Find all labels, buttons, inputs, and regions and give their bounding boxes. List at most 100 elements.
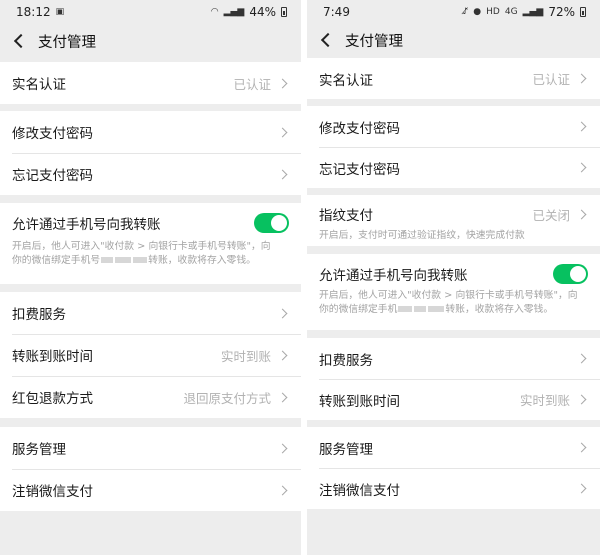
row-cancel-wechat-pay[interactable]: 注销微信支付 bbox=[0, 469, 301, 511]
group-verify: 实名认证 已认证 bbox=[307, 58, 600, 99]
row-label: 注销微信支付 bbox=[319, 482, 400, 499]
phone-transfer-desc: 开启后，他人可进入"收付款 > 向银行卡或手机号转账"，向 你的微信绑定手机号 转… bbox=[12, 240, 289, 268]
row-transfer-arrival-time[interactable]: 转账到账时间 实时到账 bbox=[307, 379, 600, 420]
row-value: 退回原支付方式 bbox=[183, 390, 271, 406]
chevron-right-icon bbox=[277, 308, 288, 318]
chevron-right-icon bbox=[277, 169, 288, 179]
chevron-right-icon bbox=[576, 394, 587, 405]
chevron-right-icon bbox=[576, 209, 587, 219]
group-verify: 实名认证 已认证 bbox=[0, 62, 301, 104]
hd-icon: HD bbox=[486, 7, 500, 17]
row-label: 修改支付密码 bbox=[319, 120, 400, 137]
row-label: 实名认证 bbox=[12, 77, 66, 93]
row-label: 允许通过手机号向我转账 bbox=[12, 217, 161, 233]
row-forgot-pay-password[interactable]: 忘记支付密码 bbox=[307, 147, 600, 188]
row-value: 已认证 bbox=[233, 76, 271, 92]
desc-line2-end: 转账，收款将存入零钱。 bbox=[148, 255, 256, 266]
row-label: 转账到账时间 bbox=[12, 349, 93, 365]
redacted-block bbox=[115, 257, 132, 263]
group-password: 修改支付密码 忘记支付密码 bbox=[307, 106, 600, 188]
wifi-icon: ◠ bbox=[210, 7, 219, 17]
row-value: 已关闭 bbox=[532, 207, 570, 223]
row-label: 忘记支付密码 bbox=[12, 168, 93, 184]
chevron-right-icon bbox=[277, 485, 288, 495]
chevron-right-icon bbox=[277, 443, 288, 453]
nav-bar: 支付管理 bbox=[307, 24, 600, 56]
desc-line2: 你的微信绑定手机 转账，收款将存入零钱。 bbox=[319, 303, 588, 317]
row-cancel-wechat-pay[interactable]: 注销微信支付 bbox=[307, 468, 600, 509]
phone-transfer-desc: 开启后，他人可进入"收付款 > 向银行卡或手机号转账"，向 你的微信绑定手机 转账… bbox=[319, 289, 588, 317]
row-label: 服务管理 bbox=[319, 441, 373, 458]
row-label: 修改支付密码 bbox=[12, 126, 93, 142]
redacted-block bbox=[414, 306, 427, 312]
phone-transfer-toggle[interactable] bbox=[553, 264, 588, 284]
row-label: 转账到账时间 bbox=[319, 393, 400, 410]
group-password: 修改支付密码 忘记支付密码 bbox=[0, 111, 301, 195]
nav-bar: 支付管理 bbox=[0, 24, 301, 58]
row-phone-transfer: 允许通过手机号向我转账 开启后，他人可进入"收付款 > 向银行卡或手机号转账"，… bbox=[307, 254, 600, 330]
row-label: 扣费服务 bbox=[12, 307, 66, 323]
row-label: 注销微信支付 bbox=[12, 484, 93, 500]
redacted-block bbox=[133, 257, 148, 263]
row-value: 实时到账 bbox=[220, 348, 271, 364]
row-real-name-verify[interactable]: 实名认证 已认证 bbox=[307, 58, 600, 99]
screenshot-comparison: 18:12 ▣ ◠ ▂▄▆ 44% 支付管理 实名认证 已认证 修改支付密码 忘… bbox=[0, 0, 600, 555]
panel-divider bbox=[301, 0, 307, 555]
redacted-block bbox=[398, 306, 413, 312]
row-change-pay-password[interactable]: 修改支付密码 bbox=[307, 106, 600, 147]
row-label: 忘记支付密码 bbox=[319, 161, 400, 178]
row-value: 已认证 bbox=[532, 72, 570, 87]
status-time: 18:12 bbox=[16, 5, 51, 19]
image-icon: ▣ bbox=[55, 7, 65, 17]
row-change-pay-password[interactable]: 修改支付密码 bbox=[0, 111, 301, 153]
redacted-block bbox=[428, 306, 445, 312]
row-label: 扣费服务 bbox=[319, 352, 373, 369]
fingerprint-desc: 开启后，支付时可通过验证指纹，快速完成付款 bbox=[319, 230, 525, 241]
desc-line1: 开启后，他人可进入"收付款 > 向银行卡或手机号转账"，向 bbox=[12, 241, 271, 252]
row-transfer-arrival-time[interactable]: 转账到账时间 实时到账 bbox=[0, 334, 301, 376]
mute-icon: ♪̸ bbox=[462, 7, 469, 17]
group-phone-transfer: 允许通过手机号向我转账 开启后，他人可进入"收付款 > 向银行卡或手机号转账"，… bbox=[307, 254, 600, 330]
row-redpacket-refund[interactable]: 红包退款方式 退回原支付方式 bbox=[0, 376, 301, 418]
row-value: 实时到账 bbox=[519, 393, 570, 408]
row-real-name-verify[interactable]: 实名认证 已认证 bbox=[0, 62, 301, 104]
group-account: 服务管理 注销微信支付 bbox=[0, 427, 301, 511]
chevron-right-icon bbox=[576, 483, 587, 494]
row-service-management[interactable]: 服务管理 bbox=[307, 427, 600, 468]
page-title: 支付管理 bbox=[345, 33, 403, 50]
chevron-right-icon bbox=[277, 127, 288, 137]
signal-icon: ▂▄▆ bbox=[522, 7, 544, 17]
row-deduct-service[interactable]: 扣费服务 bbox=[0, 292, 301, 334]
lte-icon: 4G bbox=[504, 7, 518, 17]
desc-line2-start: 你的微信绑定手机 bbox=[319, 304, 398, 315]
battery-percent: 72% bbox=[548, 5, 575, 19]
chevron-right-icon bbox=[576, 73, 587, 84]
left-phone-screen: 18:12 ▣ ◠ ▂▄▆ 44% 支付管理 实名认证 已认证 修改支付密码 忘… bbox=[0, 0, 301, 555]
desc-line2: 你的微信绑定手机号 转账，收款将存入零钱。 bbox=[12, 254, 289, 268]
phone-transfer-toggle[interactable] bbox=[254, 213, 289, 233]
row-label: 实名认证 bbox=[319, 72, 373, 89]
row-fingerprint-pay[interactable]: 指纹支付 已关闭 开启后，支付时可通过验证指纹，快速完成付款 bbox=[307, 195, 600, 246]
back-arrow-icon[interactable] bbox=[13, 33, 29, 49]
chevron-right-icon bbox=[277, 392, 288, 402]
group-account: 服务管理 注销微信支付 bbox=[307, 427, 600, 509]
row-forgot-pay-password[interactable]: 忘记支付密码 bbox=[0, 153, 301, 195]
redacted-block bbox=[101, 257, 114, 263]
row-label: 允许通过手机号向我转账 bbox=[319, 268, 468, 284]
row-deduct-service[interactable]: 扣费服务 bbox=[307, 338, 600, 379]
toggle-knob bbox=[570, 266, 586, 282]
group-fingerprint: 指纹支付 已关闭 开启后，支付时可通过验证指纹，快速完成付款 bbox=[307, 195, 600, 246]
row-label: 红包退款方式 bbox=[12, 391, 93, 407]
status-bar: 18:12 ▣ ◠ ▂▄▆ 44% bbox=[0, 0, 301, 24]
desc-line2-start: 你的微信绑定手机号 bbox=[12, 255, 101, 266]
row-service-management[interactable]: 服务管理 bbox=[0, 427, 301, 469]
page-title: 支付管理 bbox=[38, 34, 96, 51]
battery-icon bbox=[580, 7, 586, 17]
toggle-knob bbox=[271, 215, 287, 231]
chevron-right-icon bbox=[576, 353, 587, 364]
desc-line1: 开启后，他人可进入"收付款 > 向银行卡或手机号转账"，向 bbox=[319, 290, 578, 301]
status-time: 7:49 bbox=[323, 5, 350, 19]
back-arrow-icon[interactable] bbox=[320, 32, 336, 48]
desc-line2-end: 转账，收款将存入零钱。 bbox=[445, 304, 554, 315]
group-phone-transfer: 允许通过手机号向我转账 开启后，他人可进入"收付款 > 向银行卡或手机号转账"，… bbox=[0, 203, 301, 284]
